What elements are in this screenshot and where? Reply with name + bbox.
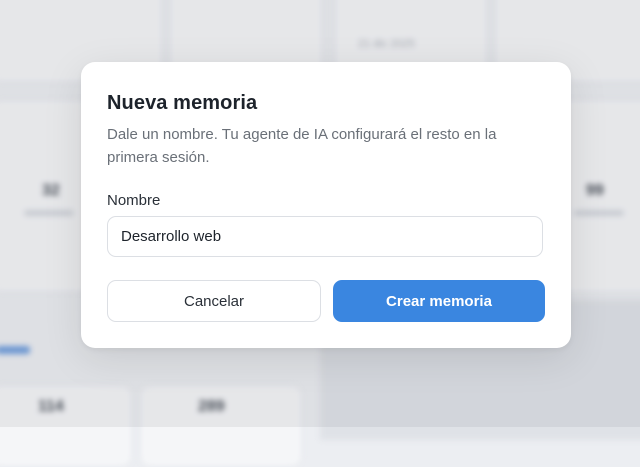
name-field-label: Nombre [107, 192, 161, 209]
name-input[interactable] [107, 216, 543, 257]
new-memory-dialog: Nueva memoria Dale un nombre. Tu agente … [81, 62, 571, 348]
dialog-title: Nueva memoria [107, 92, 258, 114]
cancel-button[interactable]: Cancelar [107, 280, 321, 322]
create-memory-button[interactable]: Crear memoria [333, 280, 545, 322]
dialog-description: Dale un nombre. Tu agente de IA configur… [107, 126, 497, 166]
